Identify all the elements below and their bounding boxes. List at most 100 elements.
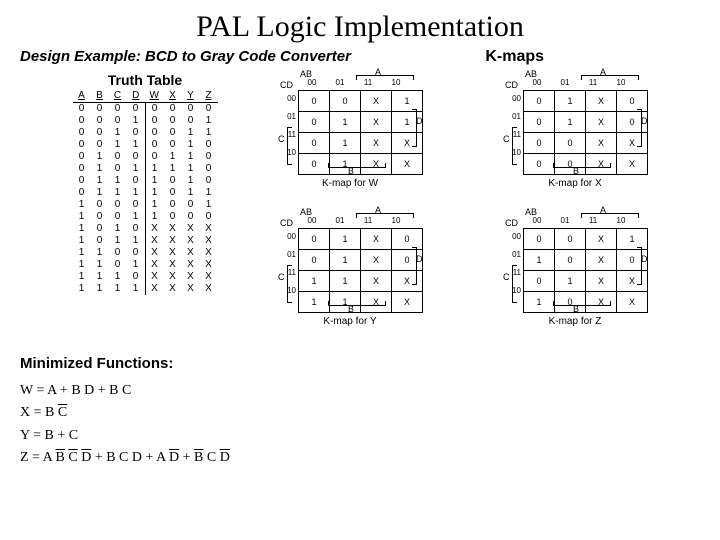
tt-cell: X (164, 283, 182, 295)
tt-cell: 1 (182, 187, 200, 199)
tt-cell: 0 (200, 103, 218, 116)
kmap: AB CD A B C D 00011110 00011110 01X001X0… (270, 210, 465, 340)
tt-cell: 0 (182, 103, 200, 116)
kmap-cell: 1 (330, 250, 361, 271)
tt-cell: 0 (200, 175, 218, 187)
kmap-cell: 1 (555, 112, 586, 133)
kmap-grid: 00X101X101XX01XX (298, 90, 423, 175)
kmap-cell: 1 (555, 271, 586, 292)
kmap-cell: 0 (524, 133, 555, 154)
kmap-cell: 0 (524, 271, 555, 292)
kmap-cell: 0 (299, 250, 330, 271)
tt-cell: 0 (145, 139, 164, 151)
tt-cell: 1 (109, 223, 127, 235)
kmap-cell: 0 (555, 133, 586, 154)
tt-cell: X (182, 271, 200, 283)
kmap-cell: X (361, 91, 392, 112)
tt-cell: 0 (164, 199, 182, 211)
tt-cell: 0 (91, 103, 109, 116)
tt-cell: 1 (127, 211, 146, 223)
tt-cell: 1 (73, 259, 91, 271)
kmap: AB CD A B C D 00011110 00011110 00X101X1… (270, 72, 465, 202)
kmap-cell: X (586, 250, 617, 271)
truth-table: ABCDWXYZ 0000000000010001001000110011001… (73, 90, 218, 295)
kmap-label-cd: CD (505, 218, 518, 228)
kmap-cell: X (361, 112, 392, 133)
kmap-cell: X (586, 112, 617, 133)
tt-header: C (109, 90, 127, 103)
tt-cell: 1 (91, 187, 109, 199)
tt-cell: 0 (182, 211, 200, 223)
tt-cell: 0 (127, 247, 146, 259)
tt-cell: X (164, 235, 182, 247)
tt-cell: X (182, 223, 200, 235)
tt-cell: X (145, 283, 164, 295)
tt-cell: 1 (182, 139, 200, 151)
page-title: PAL Logic Implementation (20, 10, 700, 44)
tt-cell: 0 (73, 139, 91, 151)
tt-cell: X (200, 247, 218, 259)
tt-cell: 1 (73, 199, 91, 211)
tt-header: X (164, 90, 182, 103)
kmap-cell: 0 (555, 229, 586, 250)
kmap-cell: 1 (299, 292, 330, 313)
tt-cell: 1 (200, 199, 218, 211)
kmap-cell: X (361, 133, 392, 154)
tt-cell: X (182, 283, 200, 295)
tt-cell: 0 (109, 259, 127, 271)
kmap-label-cd: CD (505, 80, 518, 90)
equations-block: W = A + B D + B C X = B C Y = B + C Z = … (20, 380, 700, 470)
tt-cell: 1 (145, 199, 164, 211)
tt-cell: X (145, 247, 164, 259)
tt-cell: 0 (91, 235, 109, 247)
tt-cell: X (200, 271, 218, 283)
tt-cell: 0 (182, 199, 200, 211)
equation-y: Y = B + C (20, 425, 700, 447)
tt-cell: 0 (127, 199, 146, 211)
truth-table-title: Truth Table (20, 72, 270, 88)
tt-cell: X (164, 223, 182, 235)
tt-cell: 1 (73, 283, 91, 295)
tt-cell: X (200, 283, 218, 295)
tt-cell: 1 (200, 127, 218, 139)
tt-cell: 0 (200, 163, 218, 175)
tt-cell: X (182, 259, 200, 271)
tt-cell: 1 (182, 163, 200, 175)
tt-header: A (73, 90, 91, 103)
tt-cell: 1 (127, 139, 146, 151)
tt-cell: 1 (91, 271, 109, 283)
tt-cell: X (200, 259, 218, 271)
tt-cell: 0 (109, 115, 127, 127)
tt-cell: 0 (109, 151, 127, 163)
tt-cell: X (200, 223, 218, 235)
tt-cell: 1 (109, 139, 127, 151)
tt-cell: 1 (145, 211, 164, 223)
kmap-cell: 0 (524, 154, 555, 175)
kmap-caption: K-map for Y (270, 316, 430, 327)
kmap-cell: 0 (524, 91, 555, 112)
tt-header: Z (200, 90, 218, 103)
kmap-cell: 0 (617, 112, 648, 133)
tt-cell: 0 (127, 175, 146, 187)
tt-cell: X (182, 247, 200, 259)
tt-cell: 1 (73, 247, 91, 259)
subtitle: Design Example: BCD to Gray Code Convert… (20, 48, 351, 65)
kmap-cell: 0 (392, 250, 423, 271)
tt-cell: 0 (91, 211, 109, 223)
tt-cell: 1 (127, 187, 146, 199)
tt-cell: 0 (127, 223, 146, 235)
tt-cell: 1 (200, 187, 218, 199)
tt-cell: 0 (73, 151, 91, 163)
tt-cell: X (164, 259, 182, 271)
kmap-cell: 0 (524, 112, 555, 133)
tt-cell: 0 (91, 223, 109, 235)
tt-cell: X (145, 235, 164, 247)
tt-cell: 0 (164, 103, 182, 116)
kmap-grid: 01X001X011XX11XX (298, 228, 423, 313)
tt-cell: 0 (200, 151, 218, 163)
tt-header: D (127, 90, 146, 103)
tt-cell: 0 (182, 115, 200, 127)
kmap-cell: 0 (617, 250, 648, 271)
equation-w: W = A + B D + B C (20, 380, 700, 402)
tt-cell: X (145, 223, 164, 235)
